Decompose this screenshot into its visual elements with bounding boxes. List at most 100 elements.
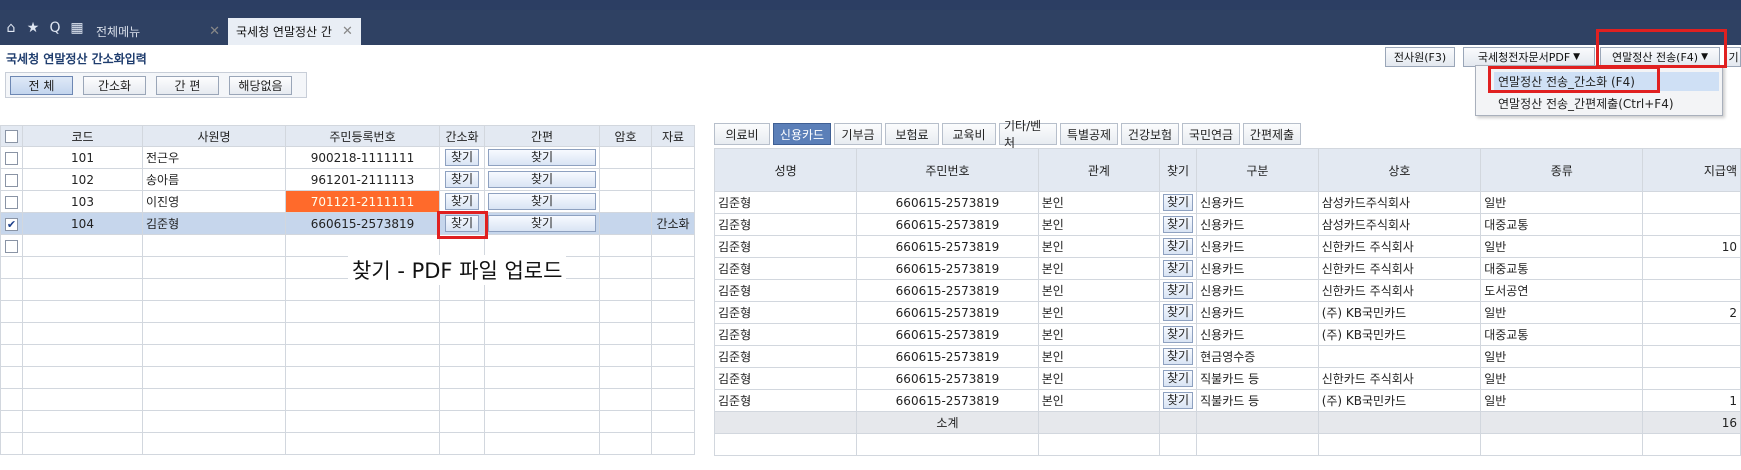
star-icon[interactable]: ★ [22,10,44,45]
table-row[interactable]: 102 송아름 961201-2111113 찾기 찾기 [0,168,695,191]
filter-easy[interactable]: 간 편 [156,76,219,95]
cell-find[interactable]: 찾기 [1159,279,1198,302]
tab-national-pension[interactable]: 국민연금 [1182,123,1240,145]
header-rrn[interactable]: 주민등록번호 [285,125,440,147]
cell-find[interactable]: 찾기 [1159,235,1198,258]
cell-password[interactable] [599,190,652,213]
find-button[interactable]: 찾기 [1163,194,1194,211]
find-easy-button[interactable]: 찾기 [488,149,596,166]
tab-other-venture[interactable]: 기타/벤처 [999,119,1057,150]
header-code[interactable]: 코드 [22,125,143,147]
close-icon[interactable]: ✕ [209,24,220,39]
row-checkbox[interactable] [0,146,23,169]
find-button[interactable]: 찾기 [1163,260,1194,277]
table-row[interactable]: 김준형 660615-2573819 본인 찾기 현금영수증 일반 [713,345,1741,368]
grid-menu-icon[interactable]: ▦ [66,10,88,45]
row-checkbox[interactable] [0,168,23,191]
header-easy[interactable]: 간편 [484,125,600,147]
home-icon[interactable]: ⌂ [0,10,22,45]
header-data[interactable]: 자료 [651,125,695,147]
cell-name: 김준형 [142,212,286,235]
header-relation[interactable]: 관계 [1037,148,1161,192]
find-easy-button[interactable]: 찾기 [488,193,596,210]
table-row[interactable]: 103 이진영 701121-2111111 찾기 찾기 [0,190,695,213]
cell-find[interactable]: 찾기 [1159,191,1198,214]
table-row[interactable]: 김준형 660615-2573819 본인 찾기 신용카드 (주) KB국민카드 일반 2 [713,301,1741,324]
cell-password[interactable] [599,212,652,235]
row-checkbox[interactable]: ✔ [0,212,23,235]
tab-donation[interactable]: 기부금 [834,123,882,145]
filter-all[interactable]: 전 체 [10,76,73,95]
tab-all-menu[interactable]: 전체메뉴 ✕ [88,18,228,45]
table-row-empty [713,433,1741,456]
select-all-checkbox[interactable] [0,125,23,147]
find-button[interactable]: 찾기 [1163,370,1194,387]
tab-credit-card[interactable]: 신용카드 [773,123,831,145]
cell-amount [1642,345,1741,368]
find-easy-button[interactable]: 찾기 [488,171,596,188]
header-rrn[interactable]: 주민번호 [856,148,1039,192]
table-row[interactable]: 김준형 660615-2573819 본인 찾기 신용카드 신한카드 주식회사 일반 10 [713,235,1741,258]
find-button[interactable]: 찾기 [1163,348,1194,365]
table-row[interactable]: 101 전근우 900218-1111111 찾기 찾기 [0,146,695,169]
table-row[interactable]: 김준형 660615-2573819 본인 찾기 신용카드 삼성카드주식회사 대중교통 [713,213,1741,236]
table-row[interactable]: 김준형 660615-2573819 본인 찾기 신용카드 신한카드 주식회사 대중교통 [713,257,1741,280]
close-icon[interactable]: ✕ [342,24,353,39]
cell-find[interactable]: 찾기 [1159,367,1198,390]
find-button[interactable]: 찾기 [1163,282,1194,299]
row-checkbox[interactable] [0,190,23,213]
find-button[interactable]: 찾기 [1163,304,1194,321]
extra-button[interactable]: 기 [1726,47,1741,67]
panel-splitter[interactable] [703,118,714,470]
header-password[interactable]: 암호 [599,125,652,147]
pdf-button[interactable]: 국세청전자문서PDF ▼ [1463,47,1595,67]
table-row[interactable]: 김준형 660615-2573819 본인 찾기 신용카드 (주) KB국민카드 대중교통 [713,323,1741,346]
tab-active[interactable]: 국세청 연말정산 간 ✕ [228,18,361,45]
tab-insurance[interactable]: 보험료 [885,123,939,145]
tab-medical[interactable]: 의료비 [714,123,770,145]
table-row-empty[interactable] [0,234,695,257]
filter-simplified[interactable]: 간소화 [83,76,146,95]
header-find[interactable]: 찾기 [1159,148,1198,192]
tab-easy-submit[interactable]: 간편제출 [1243,123,1301,145]
cell-find[interactable]: 찾기 [1159,257,1198,280]
header-kind[interactable]: 종류 [1480,148,1644,192]
filter-none[interactable]: 해당없음 [229,76,292,95]
header-simplified[interactable]: 간소화 [439,125,485,147]
search-icon[interactable]: Q [44,10,66,45]
table-row[interactable]: 김준형 660615-2573819 본인 찾기 신용카드 신한카드 주식회사 도서공연 [713,279,1741,302]
cell-relation: 본인 [1037,367,1161,390]
cell-password[interactable] [599,146,652,169]
find-button[interactable]: 찾기 [1163,392,1194,409]
menu-item-send-easy[interactable]: 연말정산 전송_간편제출(Ctrl+F4) [1494,94,1719,113]
header-shop[interactable]: 상호 [1317,148,1482,192]
find-simplified-button[interactable]: 찾기 [444,193,480,210]
cell-find[interactable]: 찾기 [1159,301,1198,324]
table-row-selected[interactable]: ✔ 104 김준형 660615-2573819 찾기 찾기 간소화 [0,212,695,235]
find-button[interactable]: 찾기 [1163,326,1194,343]
table-row[interactable]: 김준형 660615-2573819 본인 찾기 신용카드 삼성카드주식회사 일반 [713,191,1741,214]
cell-find[interactable]: 찾기 [1159,345,1198,368]
table-row[interactable]: 김준형 660615-2573819 본인 찾기 직불카드 등 신한카드 주식회사 일반 [713,367,1741,390]
cell-find[interactable]: 찾기 [1159,389,1198,412]
header-name[interactable]: 성명 [713,148,858,192]
find-easy-button[interactable]: 찾기 [488,215,596,232]
cell-find[interactable]: 찾기 [1159,213,1198,236]
cell-password[interactable] [599,168,652,191]
row-checkbox[interactable] [0,234,23,257]
find-simplified-button[interactable]: 찾기 [444,171,480,188]
table-header-row: 코드 사원명 주민등록번호 간소화 간편 암호 자료 [0,125,695,147]
header-amount[interactable]: 지급액 [1642,148,1741,192]
header-type[interactable]: 구분 [1196,148,1319,192]
tab-health-insurance[interactable]: 건강보험 [1121,123,1179,145]
find-simplified-button[interactable]: 찾기 [444,149,480,166]
tab-education[interactable]: 교육비 [942,123,996,145]
header-name[interactable]: 사원명 [142,125,286,147]
previous-employee-button[interactable]: 전사원(F3) [1385,47,1455,67]
find-button[interactable]: 찾기 [1163,216,1194,233]
table-row[interactable]: 김준형 660615-2573819 본인 찾기 직불카드 등 (주) KB국민카드 일반 1 [713,389,1741,412]
tab-special-deduction[interactable]: 특별공제 [1060,123,1118,145]
find-button[interactable]: 찾기 [1163,238,1194,255]
cell-find[interactable]: 찾기 [1159,323,1198,346]
cell-rrn: 660615-2573819 [856,235,1039,258]
